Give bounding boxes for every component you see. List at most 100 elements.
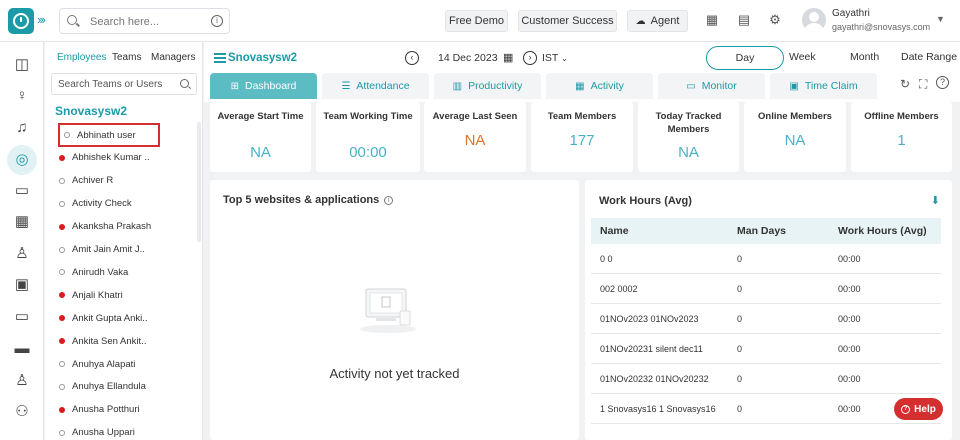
status-dot-icon <box>59 223 65 230</box>
tab-time-claim[interactable]: ▣ Time Claim <box>770 73 877 99</box>
column-man-days[interactable]: Man Days <box>737 225 786 237</box>
fullscreen-icon[interactable]: ⛶ <box>919 77 927 92</box>
period-day[interactable]: Day <box>706 46 784 70</box>
list-item[interactable]: Anjali Khatri <box>59 285 199 305</box>
users-icon[interactable]: ♙ <box>12 371 32 391</box>
list-item[interactable]: Anuhya Alapati <box>59 354 199 374</box>
stat-online-members: Online Members NA <box>744 102 846 172</box>
status-dot-icon <box>59 361 65 367</box>
status-dot-icon <box>59 315 65 322</box>
info-icon[interactable]: i <box>384 196 394 205</box>
briefcase-icon[interactable]: ▣ <box>12 275 32 295</box>
list-item[interactable]: Anirudh Vaka <box>59 262 199 282</box>
empty-state-text: Activity not yet tracked <box>329 366 460 381</box>
monitor-icon: ▭ <box>686 80 696 92</box>
user-name: Gayathri <box>832 8 870 19</box>
info-icon[interactable]: i <box>211 15 223 27</box>
team-search-input[interactable] <box>58 77 176 92</box>
app-logo[interactable] <box>8 8 34 34</box>
chevron-down-icon: ⌄ <box>561 54 568 63</box>
tab-employees[interactable]: Employees <box>57 52 106 63</box>
list-item[interactable]: Ankita Sen Ankit.. <box>59 331 199 351</box>
avatar[interactable] <box>802 8 826 32</box>
list-item[interactable]: Anusha Potthuri <box>59 400 199 420</box>
column-work-hours[interactable]: Work Hours (Avg) <box>838 225 927 237</box>
top-apps-title-text: Top 5 websites & applications <box>223 194 380 206</box>
tab-label: Dashboard <box>245 80 297 92</box>
download-icon[interactable]: ⬇ <box>931 194 940 207</box>
top-apps-title: Top 5 websites & applications i <box>223 194 394 206</box>
status-dot-icon <box>59 338 65 345</box>
free-demo-button[interactable]: Free Demo <box>445 10 508 32</box>
user-email: gayathri@snovasys.com <box>832 22 931 32</box>
stat-offline-members: Offline Members 1 <box>851 102 952 172</box>
stat-team-members: Team Members 177 <box>531 102 633 172</box>
list-item[interactable]: Amit Jain Amit J.. <box>59 240 199 260</box>
tab-label: Time Claim <box>804 80 858 92</box>
prev-date-button[interactable]: ‹ <box>405 51 419 65</box>
employee-panel: Employees Teams Managers Snovasysw2 Abhi… <box>45 42 203 440</box>
store-icon[interactable]: ▦ <box>705 13 719 27</box>
table-row: 01NOv20231 silent dec11 0 00:00 <box>591 334 941 364</box>
list-item[interactable]: Achiver R <box>59 171 199 191</box>
scrollbar[interactable] <box>197 122 201 242</box>
lightbulb-icon[interactable]: ♀ <box>12 86 32 106</box>
org-name[interactable]: Snovasysw2 <box>55 104 127 118</box>
tv-icon[interactable]: ▭ <box>12 181 32 201</box>
tab-teams[interactable]: Teams <box>112 52 141 63</box>
refresh-icon[interactable]: ↻ <box>900 77 910 91</box>
date-display[interactable]: 14 Dec 2023 <box>438 52 498 64</box>
calendar-icon[interactable]: ▦ <box>503 51 513 64</box>
table-cell: 0 <box>737 404 743 414</box>
timezone-select[interactable]: IST ⌄ <box>542 52 568 64</box>
tab-productivity[interactable]: ▥ Productivity <box>434 73 541 99</box>
chevron-down-icon[interactable]: ▼ <box>936 14 945 24</box>
user-icon[interactable]: ♙ <box>12 244 32 264</box>
list-item[interactable]: Activity Check <box>59 194 199 214</box>
tab-attendance[interactable]: ☰ Attendance <box>322 73 429 99</box>
list-item[interactable]: Akanksha Prakash <box>59 217 199 237</box>
global-search-input[interactable] <box>90 13 205 30</box>
list-item[interactable]: Anuhya Ellandula <box>59 377 199 397</box>
period-month[interactable]: Month <box>850 51 879 63</box>
tab-managers[interactable]: Managers <box>151 52 195 63</box>
cloud-download-icon: ☁ <box>635 15 646 27</box>
table-cell: 00:00 <box>838 374 861 384</box>
column-name[interactable]: Name <box>600 225 629 237</box>
next-date-button[interactable]: › <box>523 51 537 65</box>
org-chart-icon[interactable]: ⚇ <box>12 402 32 422</box>
employee-name: Anuhya Ellandula <box>72 381 146 393</box>
help-button[interactable]: ? Help <box>894 398 943 420</box>
status-dot-icon <box>59 200 65 207</box>
list-item[interactable]: Abhinath user <box>58 123 160 147</box>
customer-success-button[interactable]: Customer Success <box>518 10 617 32</box>
table-cell: 00:00 <box>838 344 861 354</box>
document-icon[interactable]: ▤ <box>737 13 751 27</box>
period-date-range[interactable]: Date Range <box>901 51 957 63</box>
hamburger-icon[interactable] <box>214 53 226 65</box>
tab-monitor[interactable]: ▭ Monitor <box>658 73 765 99</box>
tab-dashboard[interactable]: ⊞ Dashboard <box>210 73 317 99</box>
calendar-icon[interactable]: ▦ <box>12 212 32 232</box>
help-circle-icon: ? <box>901 404 911 414</box>
help-circle-icon[interactable]: ? <box>936 76 949 89</box>
activity-tracker-icon[interactable]: ◎ <box>7 145 37 175</box>
gear-icon[interactable]: ⚙ <box>768 13 782 27</box>
period-week[interactable]: Week <box>789 51 816 63</box>
stat-value: NA <box>784 132 806 149</box>
bell-icon[interactable]: ♫ <box>12 118 32 138</box>
status-dot-icon <box>59 383 65 390</box>
employee-name: Akanksha Prakash <box>72 221 152 233</box>
side-rail: ◫ ♀ ♫ ◎ ▭ ▦ ♙ ▣ ▭ ▬ ♙ ⚇ <box>0 42 44 440</box>
agent-button[interactable]: ☁ Agent <box>627 10 688 32</box>
dashboard-icon[interactable]: ◫ <box>12 55 32 75</box>
list-item[interactable]: Anusha Uppari <box>59 423 199 440</box>
list-item[interactable]: Abhishek Kumar .. <box>59 148 199 168</box>
expand-menu-icon[interactable]: ››› <box>37 12 46 27</box>
tab-activity[interactable]: ▦ Activity <box>546 73 653 99</box>
status-dot-icon <box>59 246 65 253</box>
card-icon[interactable]: ▬ <box>12 339 32 359</box>
monitor-icon[interactable]: ▭ <box>12 307 32 327</box>
global-search: i <box>59 8 230 34</box>
list-item[interactable]: Ankit Gupta Anki.. <box>59 308 199 328</box>
